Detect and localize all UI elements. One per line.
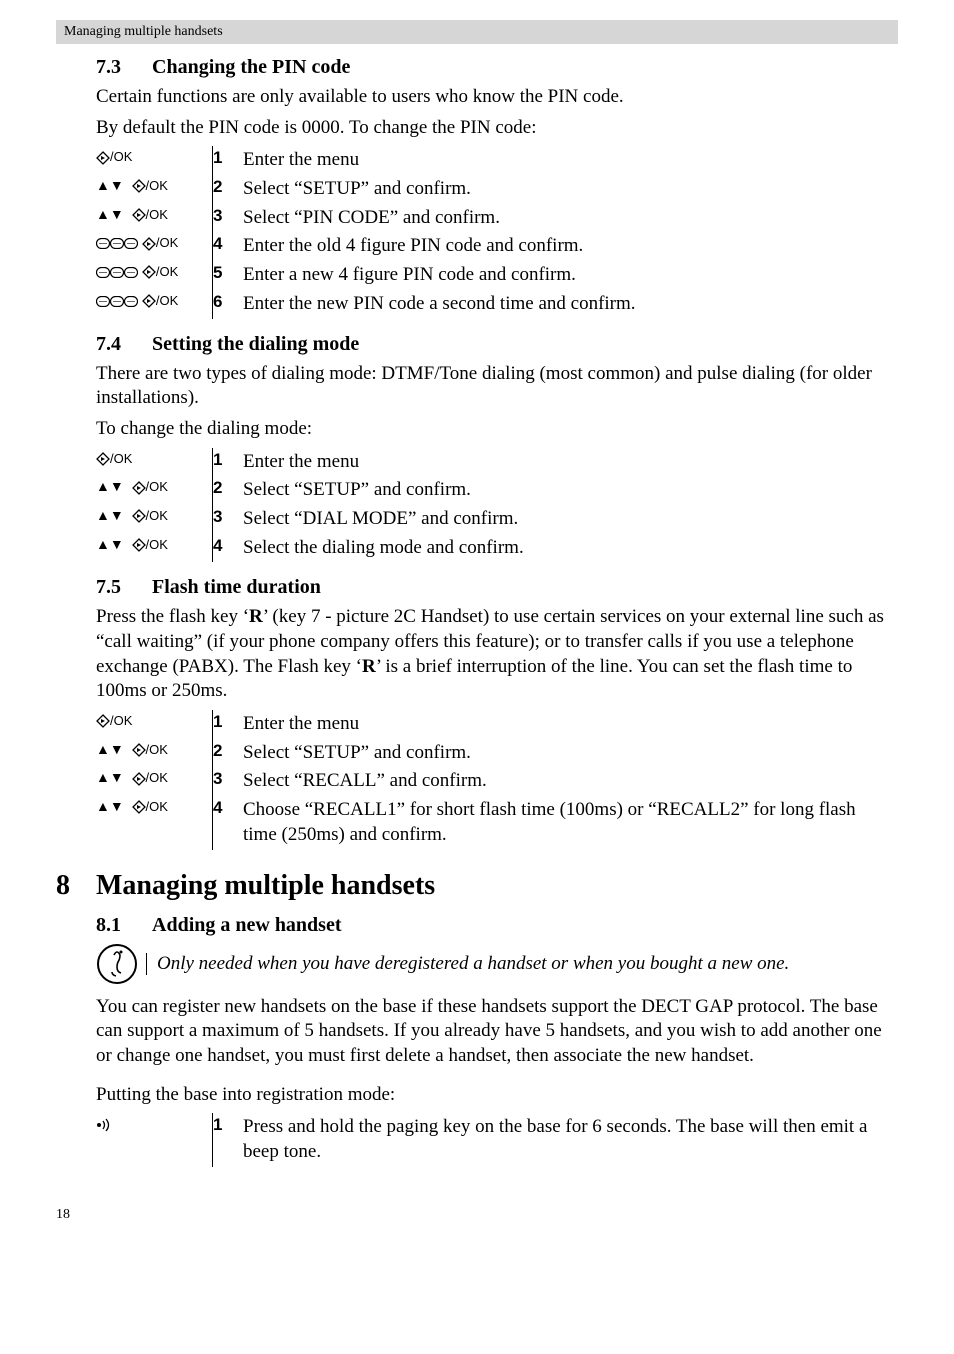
- secnum: 7.5: [96, 576, 152, 599]
- step-number: 1: [213, 1113, 244, 1166]
- step-text: Enter the menu: [243, 710, 898, 739]
- step-number: 6: [213, 290, 244, 319]
- step-row: ▲▼ /OK3Select “RECALL” and confirm.: [96, 767, 898, 796]
- step-icons: /OK: [96, 146, 213, 175]
- step-text: Select “SETUP” and confirm.: [243, 476, 530, 505]
- secnum: 8.1: [96, 914, 152, 937]
- step-number: 4: [213, 534, 244, 563]
- step-icons: [96, 1113, 213, 1166]
- step-row: /OK1Enter the menu: [96, 448, 530, 477]
- step-row: /OK1Enter the menu: [96, 710, 898, 739]
- step-text: Select “RECALL” and confirm.: [243, 767, 898, 796]
- steps-7-4: /OK1Enter the menu▲▼ /OK2Select “SETUP” …: [96, 448, 530, 563]
- step-row: /OK1Enter the menu: [96, 146, 642, 175]
- step-icons: ▲▼ /OK: [96, 476, 213, 505]
- step-row: /OK4Enter the old 4 figure PIN code and …: [96, 232, 642, 261]
- step-text: Enter the menu: [243, 146, 642, 175]
- sectitle: Setting the dialing mode: [152, 333, 359, 355]
- step-icons: ▲▼ /OK: [96, 505, 213, 534]
- step-text: Select the dialing mode and confirm.: [243, 534, 530, 563]
- step-row: ▲▼ /OK4Choose “RECALL1” for short flash …: [96, 796, 898, 849]
- step-number: 2: [213, 739, 244, 768]
- step-number: 4: [213, 232, 244, 261]
- step-icons: ▲▼ /OK: [96, 534, 213, 563]
- step-number: 3: [213, 204, 244, 233]
- steps-7-3: /OK1Enter the menu▲▼ /OK2Select “SETUP” …: [96, 146, 642, 318]
- para-7-5: Press the flash key ‘R’ (key 7 - picture…: [96, 605, 898, 704]
- secnum: 7.3: [96, 56, 152, 79]
- step-text: Select “SETUP” and confirm.: [243, 739, 898, 768]
- page-number: 18: [56, 1207, 898, 1223]
- step-row: 1Press and hold the paging key on the ba…: [96, 1113, 898, 1166]
- step-row: /OK6Enter the new PIN code a second time…: [96, 290, 642, 319]
- heading-7-3: 7.3Changing the PIN code: [96, 56, 898, 79]
- step-row: ▲▼ /OK2Select “SETUP” and confirm.: [96, 739, 898, 768]
- step-icons: /OK: [96, 290, 213, 319]
- step-number: 2: [213, 476, 244, 505]
- step-number: 3: [213, 505, 244, 534]
- running-header: Managing multiple handsets: [56, 20, 898, 44]
- step-text: Choose “RECALL1” for short flash time (1…: [243, 796, 898, 849]
- step-text: Enter the menu: [243, 448, 530, 477]
- step-icons: ▲▼ /OK: [96, 767, 213, 796]
- step-row: /OK5Enter a new 4 figure PIN code and co…: [96, 261, 642, 290]
- step-icons: ▲▼ /OK: [96, 204, 213, 233]
- step-icons: ▲▼ /OK: [96, 796, 213, 849]
- step-row: ▲▼ /OK3Select “PIN CODE” and confirm.: [96, 204, 642, 233]
- step-text: Enter a new 4 figure PIN code and confir…: [243, 261, 642, 290]
- step-icons: ▲▼ /OK: [96, 739, 213, 768]
- step-icons: /OK: [96, 710, 213, 739]
- step-text: Enter the new PIN code a second time and…: [243, 290, 642, 319]
- step-number: 4: [213, 796, 244, 849]
- steps-7-5: /OK1Enter the menu▲▼ /OK2Select “SETUP” …: [96, 710, 898, 849]
- step-icons: /OK: [96, 261, 213, 290]
- step-number: 2: [213, 175, 244, 204]
- chtitle: Managing multiple handsets: [96, 870, 435, 901]
- para-7-5-text: Press the flash key ‘R’ (key 7 - picture…: [96, 606, 884, 701]
- step-number: 1: [213, 710, 244, 739]
- step-number: 5: [213, 261, 244, 290]
- step-row: ▲▼ /OK4Select the dialing mode and confi…: [96, 534, 530, 563]
- step-text: Select “PIN CODE” and confirm.: [243, 204, 642, 233]
- step-icons: /OK: [96, 448, 213, 477]
- step-row: ▲▼ /OK2Select “SETUP” and confirm.: [96, 476, 530, 505]
- para-7-4-a: There are two types of dialing mode: DTM…: [96, 362, 898, 411]
- heading-7-4: 7.4Setting the dialing mode: [96, 333, 898, 356]
- steps-8-1: 1Press and hold the paging key on the ba…: [96, 1113, 898, 1166]
- step-icons: ▲▼ /OK: [96, 175, 213, 204]
- heading-7-5: 7.5Flash time duration: [96, 576, 898, 599]
- sectitle: Adding a new handset: [152, 914, 342, 936]
- step-row: ▲▼ /OK3Select “DIAL MODE” and confirm.: [96, 505, 530, 534]
- note-text: Only needed when you have deregistered a…: [146, 953, 789, 975]
- para-7-3-a: Certain functions are only available to …: [96, 85, 898, 110]
- note-box: Only needed when you have deregistered a…: [96, 943, 898, 985]
- para-7-4-b: To change the dialing mode:: [96, 417, 898, 442]
- step-row: ▲▼ /OK2Select “SETUP” and confirm.: [96, 175, 642, 204]
- step-text: Enter the old 4 figure PIN code and conf…: [243, 232, 642, 261]
- info-hand-icon: [96, 943, 138, 985]
- sectitle: Changing the PIN code: [152, 56, 350, 78]
- step-number: 1: [213, 146, 244, 175]
- step-icons: /OK: [96, 232, 213, 261]
- para-8-1-a: You can register new handsets on the bas…: [96, 995, 898, 1069]
- sectitle: Flash time duration: [152, 576, 321, 598]
- step-text: Select “SETUP” and confirm.: [243, 175, 642, 204]
- step-number: 1: [213, 448, 244, 477]
- step-text: Press and hold the paging key on the bas…: [243, 1113, 898, 1166]
- secnum: 7.4: [96, 333, 152, 356]
- chnum: 8: [56, 870, 96, 902]
- step-text: Select “DIAL MODE” and confirm.: [243, 505, 530, 534]
- step-number: 3: [213, 767, 244, 796]
- para-8-1-b: Putting the base into registration mode:: [96, 1083, 898, 1108]
- heading-8-1: 8.1Adding a new handset: [96, 914, 898, 937]
- heading-8: 8Managing multiple handsets: [56, 870, 898, 902]
- para-7-3-b: By default the PIN code is 0000. To chan…: [96, 116, 898, 141]
